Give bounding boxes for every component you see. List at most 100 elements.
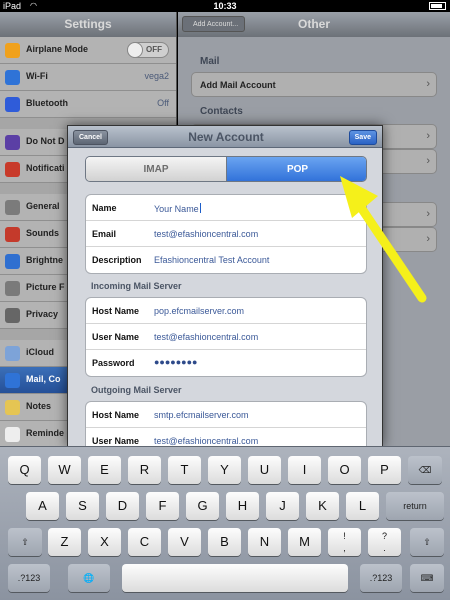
key-x[interactable]: X <box>88 528 121 556</box>
sheet-title: New Account <box>188 130 264 144</box>
settings-item-label: General <box>26 201 60 211</box>
key-f[interactable]: F <box>146 492 179 520</box>
key-y[interactable]: Y <box>208 456 241 484</box>
key-i[interactable]: I <box>288 456 321 484</box>
key-s[interactable]: S <box>66 492 99 520</box>
name-field[interactable]: Your Name <box>154 203 201 214</box>
outgoing-host-field[interactable]: smtp.efcmailserver.com <box>154 410 249 420</box>
save-button[interactable]: Save <box>348 130 377 145</box>
host-name-label: Host Name <box>92 306 140 316</box>
segment-pop[interactable]: POP <box>227 157 366 181</box>
email-field-row[interactable]: Email test@efashioncentral.com <box>86 221 366 247</box>
sheet-nav-bar: Cancel New Account Save <box>68 126 382 148</box>
name-label: Name <box>92 203 117 213</box>
key-u[interactable]: U <box>248 456 281 484</box>
incoming-host-field[interactable]: pop.efcmailserver.com <box>154 306 244 316</box>
key-v[interactable]: V <box>168 528 201 556</box>
settings-item-label: Notes <box>26 401 52 411</box>
shift-key[interactable]: ⇧ <box>8 528 42 556</box>
settings-item-label: Airplane Mode <box>26 44 89 54</box>
numbers-key-left[interactable]: .?123 <box>8 564 50 592</box>
key-k[interactable]: K <box>306 492 339 520</box>
mail-icon <box>5 373 20 388</box>
key-g[interactable]: G <box>186 492 219 520</box>
incoming-server-title: Incoming Mail Server <box>91 281 182 291</box>
key-h[interactable]: H <box>226 492 259 520</box>
incoming-user-field[interactable]: test@efashioncentral.com <box>154 332 258 342</box>
key-n[interactable]: N <box>248 528 281 556</box>
key-t[interactable]: T <box>168 456 201 484</box>
key-j[interactable]: J <box>266 492 299 520</box>
settings-item-wi-fi[interactable]: Wi-Fi vega2 <box>0 64 176 91</box>
incoming-user-row[interactable]: User Name test@efashioncentral.com <box>86 324 366 350</box>
incoming-password-field[interactable]: ●●●●●●●● <box>154 357 198 367</box>
airplane-icon <box>5 43 20 58</box>
key-comma[interactable]: ! , <box>328 528 361 556</box>
chevron-right-icon: › <box>426 130 430 142</box>
speaker-icon <box>5 227 20 242</box>
incoming-password-row[interactable]: Password ●●●●●●●● <box>86 350 366 376</box>
add-mail-account-row[interactable]: Add Mail Account › <box>191 72 437 97</box>
email-label: Email <box>92 229 117 239</box>
account-type-segmented-control: IMAP POP <box>85 156 367 182</box>
key-b[interactable]: B <box>208 528 241 556</box>
airplane-mode-toggle[interactable]: OFF <box>127 42 169 58</box>
brightness-icon <box>5 254 20 269</box>
description-field[interactable]: Efashioncentral Test Account <box>154 255 269 265</box>
space-bar[interactable] <box>122 564 348 592</box>
description-label: Description <box>92 255 142 265</box>
notifications-icon <box>5 162 20 177</box>
settings-item-value: Off <box>157 98 169 108</box>
email-field[interactable]: test@efashioncentral.com <box>154 229 258 239</box>
battery-icon <box>429 2 446 10</box>
settings-item-label: Privacy <box>26 309 59 319</box>
key-period[interactable]: ? . <box>368 528 401 556</box>
globe-icon[interactable]: 🌐 <box>68 564 110 592</box>
key-q[interactable]: Q <box>8 456 41 484</box>
description-field-row[interactable]: Description Efashioncentral Test Account <box>86 247 366 273</box>
key-d[interactable]: D <box>106 492 139 520</box>
settings-item-airplane-mode[interactable]: Airplane Mode OFF <box>0 37 176 64</box>
key-l[interactable]: L <box>346 492 379 520</box>
hide-keyboard-icon[interactable]: ⌨ <box>410 564 444 592</box>
settings-item-value: vega2 <box>144 71 169 81</box>
outgoing-user-row[interactable]: User Name test@efashioncentral.com <box>86 428 366 446</box>
key-p[interactable]: P <box>368 456 401 484</box>
key-o[interactable]: O <box>328 456 361 484</box>
notes-icon <box>5 400 20 415</box>
user-name-label: User Name <box>92 436 140 446</box>
moon-icon <box>5 135 20 150</box>
incoming-host-row[interactable]: Host Name pop.efcmailserver.com <box>86 298 366 324</box>
numbers-key-right[interactable]: .?123 <box>360 564 402 592</box>
toggle-knob <box>127 42 143 58</box>
backspace-key[interactable]: ⌫ <box>408 456 442 484</box>
outgoing-user-field[interactable]: test@efashioncentral.com <box>154 436 258 446</box>
key-z[interactable]: Z <box>48 528 81 556</box>
add-mail-account-label: Add Mail Account <box>200 80 276 90</box>
outgoing-host-row[interactable]: Host Name smtp.efcmailserver.com <box>86 402 366 428</box>
on-screen-keyboard: Q W E R T Y U I O P ⌫ A S D F G H J K Lreturn ⇧ Z X C V B N M! ,? .… <box>0 446 450 600</box>
shift-key-right[interactable]: ⇧ <box>410 528 444 556</box>
return-key[interactable]: return <box>386 492 444 520</box>
key-m[interactable]: M <box>288 528 321 556</box>
key-w[interactable]: W <box>48 456 81 484</box>
segment-imap[interactable]: IMAP <box>86 157 227 181</box>
settings-item-bluetooth[interactable]: Bluetooth Off <box>0 91 176 118</box>
settings-item-label: Notificati <box>26 163 65 173</box>
key-a[interactable]: A <box>26 492 59 520</box>
key-c[interactable]: C <box>128 528 161 556</box>
text-cursor <box>199 203 201 213</box>
outgoing-server-title: Outgoing Mail Server <box>91 385 182 395</box>
settings-item-label: Do Not D <box>26 136 65 146</box>
key-r[interactable]: R <box>128 456 161 484</box>
gear-icon <box>5 200 20 215</box>
cloud-icon <box>5 346 20 361</box>
key-e[interactable]: E <box>88 456 121 484</box>
detail-title: Other <box>297 17 330 31</box>
picture-frame-icon <box>5 281 20 296</box>
settings-title: Settings <box>0 12 176 37</box>
settings-item-label: Sounds <box>26 228 59 238</box>
name-field-row[interactable]: Name Your Name <box>86 195 366 221</box>
user-name-label: User Name <box>92 332 140 342</box>
settings-item-label: iCloud <box>26 347 54 357</box>
